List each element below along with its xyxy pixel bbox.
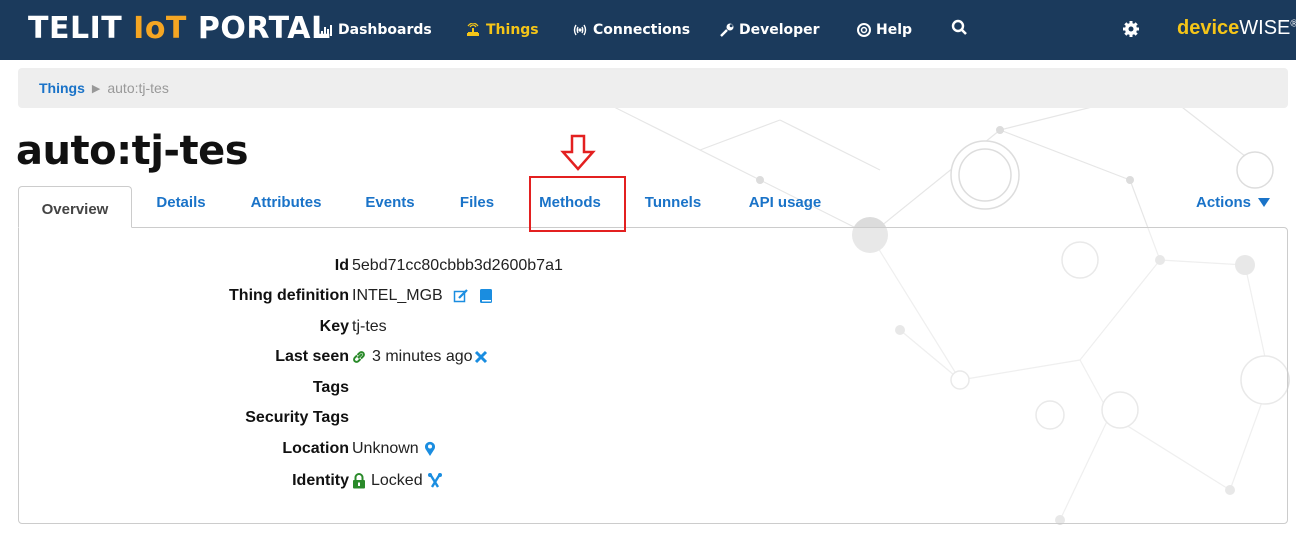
lifebuoy-icon xyxy=(857,23,871,37)
tab-api-usage[interactable]: API usage xyxy=(740,186,830,228)
location-value: Unknown xyxy=(352,440,419,457)
id-value: 5ebd71cc80cbbb3d2600b7a1 xyxy=(352,257,563,274)
thing-definition-value[interactable]: INTEL_MGB xyxy=(352,287,443,305)
methods-tab-highlight-box xyxy=(529,176,626,232)
nav-help[interactable]: Help xyxy=(857,0,912,60)
edit-icon[interactable] xyxy=(453,288,469,304)
signal-icon xyxy=(573,24,587,36)
breadcrumb-separator-icon: ▶ xyxy=(91,82,101,95)
tab-overview[interactable]: Overview xyxy=(18,186,132,228)
tab-bar: Overview Details Attributes Events Files… xyxy=(18,186,1288,228)
map-marker-icon[interactable] xyxy=(424,441,436,457)
bar-chart-icon xyxy=(321,25,332,36)
thing-definition-value-group: INTEL_MGB xyxy=(352,287,493,305)
overview-panel: Id 5ebd71cc80cbbb3d2600b7a1 Thing defini… xyxy=(18,227,1288,524)
search-icon[interactable] xyxy=(950,18,970,38)
top-navigation-bar: TELIT IoT PORTAL Dashboards Things Conne… xyxy=(0,0,1296,60)
last-seen-label: Last seen xyxy=(275,348,349,365)
gear-icon[interactable] xyxy=(1120,18,1142,40)
book-icon[interactable] xyxy=(479,288,493,304)
tab-files[interactable]: Files xyxy=(452,186,502,228)
tab-attributes[interactable]: Attributes xyxy=(240,186,332,228)
last-seen-value: 3 minutes ago xyxy=(372,348,473,365)
property-row-last-seen: Last seen 3 minutes ago xyxy=(19,342,719,372)
things-icon xyxy=(467,23,479,36)
tab-tunnels[interactable]: Tunnels xyxy=(638,186,708,228)
property-row-location: Location Unknown xyxy=(19,434,719,464)
tab-details[interactable]: Details xyxy=(148,186,214,228)
location-value-group: Unknown xyxy=(352,440,436,458)
nav-connections-label: Connections xyxy=(593,22,691,38)
property-row-tags: Tags xyxy=(19,373,719,403)
nav-dashboards-label: Dashboards xyxy=(338,22,432,38)
property-row-id: Id 5ebd71cc80cbbb3d2600b7a1 xyxy=(19,251,719,281)
property-row-key: Key tj-tes xyxy=(19,312,719,342)
page-title: auto:tj-tes xyxy=(16,128,249,174)
link-icon xyxy=(353,351,365,363)
actions-dropdown[interactable]: Actions xyxy=(1196,194,1270,211)
nav-developer[interactable]: Developer xyxy=(720,0,820,60)
breadcrumb: Things ▶ auto:tj-tes xyxy=(18,68,1288,108)
actions-label: Actions xyxy=(1195,194,1251,211)
key-value: tj-tes xyxy=(352,318,387,335)
close-icon[interactable] xyxy=(474,350,488,364)
nav-developer-label: Developer xyxy=(739,22,820,38)
breadcrumb-things-link[interactable]: Things xyxy=(39,80,85,96)
nav-dashboards[interactable]: Dashboards xyxy=(321,0,432,60)
location-label: Location xyxy=(282,440,349,457)
identity-value-group: Locked xyxy=(352,472,443,490)
key-label: Key xyxy=(319,318,349,335)
wrench-icon xyxy=(720,23,734,37)
security-tags-label: Security Tags xyxy=(245,409,349,426)
id-label: Id xyxy=(334,257,349,274)
nav-help-label: Help xyxy=(876,22,913,38)
red-down-arrow-annotation xyxy=(560,134,596,171)
last-seen-value-group: 3 minutes ago xyxy=(352,348,488,366)
nav-connections[interactable]: Connections xyxy=(572,0,690,60)
nav-things-label: Things xyxy=(486,22,539,38)
nav-things[interactable]: Things xyxy=(465,0,539,60)
telit-iot-portal-logo[interactable]: TELIT IoT PORTAL xyxy=(28,11,331,46)
devicewise-logo[interactable]: deviceWISE® xyxy=(1177,17,1296,40)
property-row-thing-definition: Thing definition INTEL_MGB xyxy=(19,281,719,311)
tags-label: Tags xyxy=(312,379,349,396)
caret-down-icon xyxy=(1258,198,1270,207)
identity-value: Locked xyxy=(371,472,423,489)
thing-definition-label: Thing definition xyxy=(229,287,349,304)
breadcrumb-current: auto:tj-tes xyxy=(107,80,169,96)
lock-icon xyxy=(353,473,365,489)
property-row-security-tags: Security Tags xyxy=(19,403,719,433)
keys-icon[interactable] xyxy=(427,473,443,489)
property-row-identity: Identity Locked xyxy=(19,466,719,496)
tab-events[interactable]: Events xyxy=(358,186,422,228)
identity-label: Identity xyxy=(292,472,349,489)
